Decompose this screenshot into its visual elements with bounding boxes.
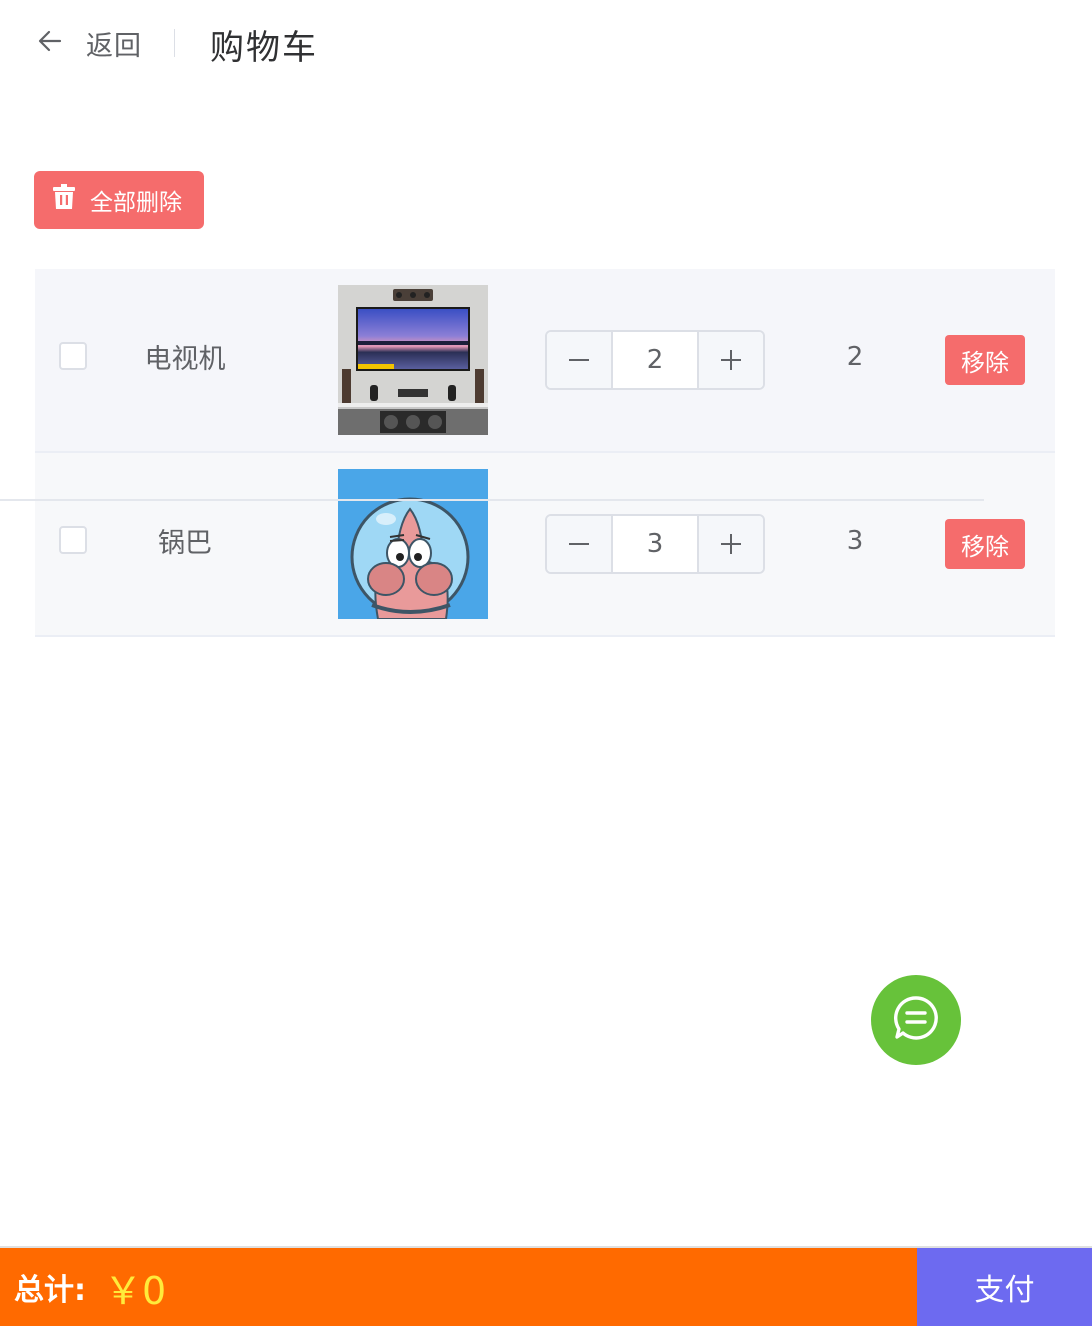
chat-button[interactable] (871, 975, 961, 1065)
back-button[interactable]: 返回 (36, 22, 142, 64)
page-header: 返回 购物车 (0, 0, 1092, 88)
item-name: 电视机 (144, 344, 226, 375)
item-subtotal: 2 (846, 342, 864, 372)
divider-line (0, 499, 984, 501)
delete-all-button[interactable]: 全部删除 (34, 171, 204, 229)
checkout-bar: 总计: ￥0 支付 (0, 1246, 1092, 1326)
plus-icon (721, 534, 741, 554)
total-label: 总计: (14, 1273, 86, 1308)
quantity-input[interactable] (613, 332, 697, 388)
delete-all-label: 全部删除 (90, 190, 182, 216)
cart-table: 电视机 2 2 移除 锅巴 3 3 移除 (35, 269, 1055, 637)
table-row: 电视机 2 2 移除 (35, 269, 1055, 453)
remove-button[interactable]: 移除 (945, 519, 1025, 569)
tv-product-image (338, 285, 488, 435)
minus-icon (569, 359, 589, 361)
row-checkbox[interactable] (59, 342, 87, 370)
item-name: 锅巴 (158, 528, 212, 559)
patrick-star-image (338, 469, 488, 619)
chat-bubble-icon (890, 992, 942, 1048)
page-title: 购物车 (210, 28, 318, 68)
back-label: 返回 (86, 30, 142, 62)
increase-button[interactable] (697, 332, 763, 388)
quantity-stepper[interactable] (545, 514, 765, 574)
minus-icon (569, 543, 589, 545)
remove-button[interactable]: 移除 (945, 335, 1025, 385)
plus-icon (721, 350, 741, 370)
table-row: 锅巴 3 3 移除 (35, 453, 1055, 637)
total-value: ￥0 (104, 1268, 167, 1313)
header-divider (174, 29, 175, 57)
total-bar: 总计: ￥0 (0, 1248, 917, 1326)
quantity-input[interactable] (613, 516, 697, 572)
trash-icon (52, 184, 90, 216)
item-subtotal: 3 (846, 526, 864, 556)
decrease-button[interactable] (547, 516, 613, 572)
quantity-stepper[interactable] (545, 330, 765, 390)
pay-button[interactable]: 支付 (917, 1248, 1092, 1326)
arrow-left-icon (36, 27, 64, 59)
increase-button[interactable] (697, 516, 763, 572)
decrease-button[interactable] (547, 332, 613, 388)
row-checkbox[interactable] (59, 526, 87, 554)
